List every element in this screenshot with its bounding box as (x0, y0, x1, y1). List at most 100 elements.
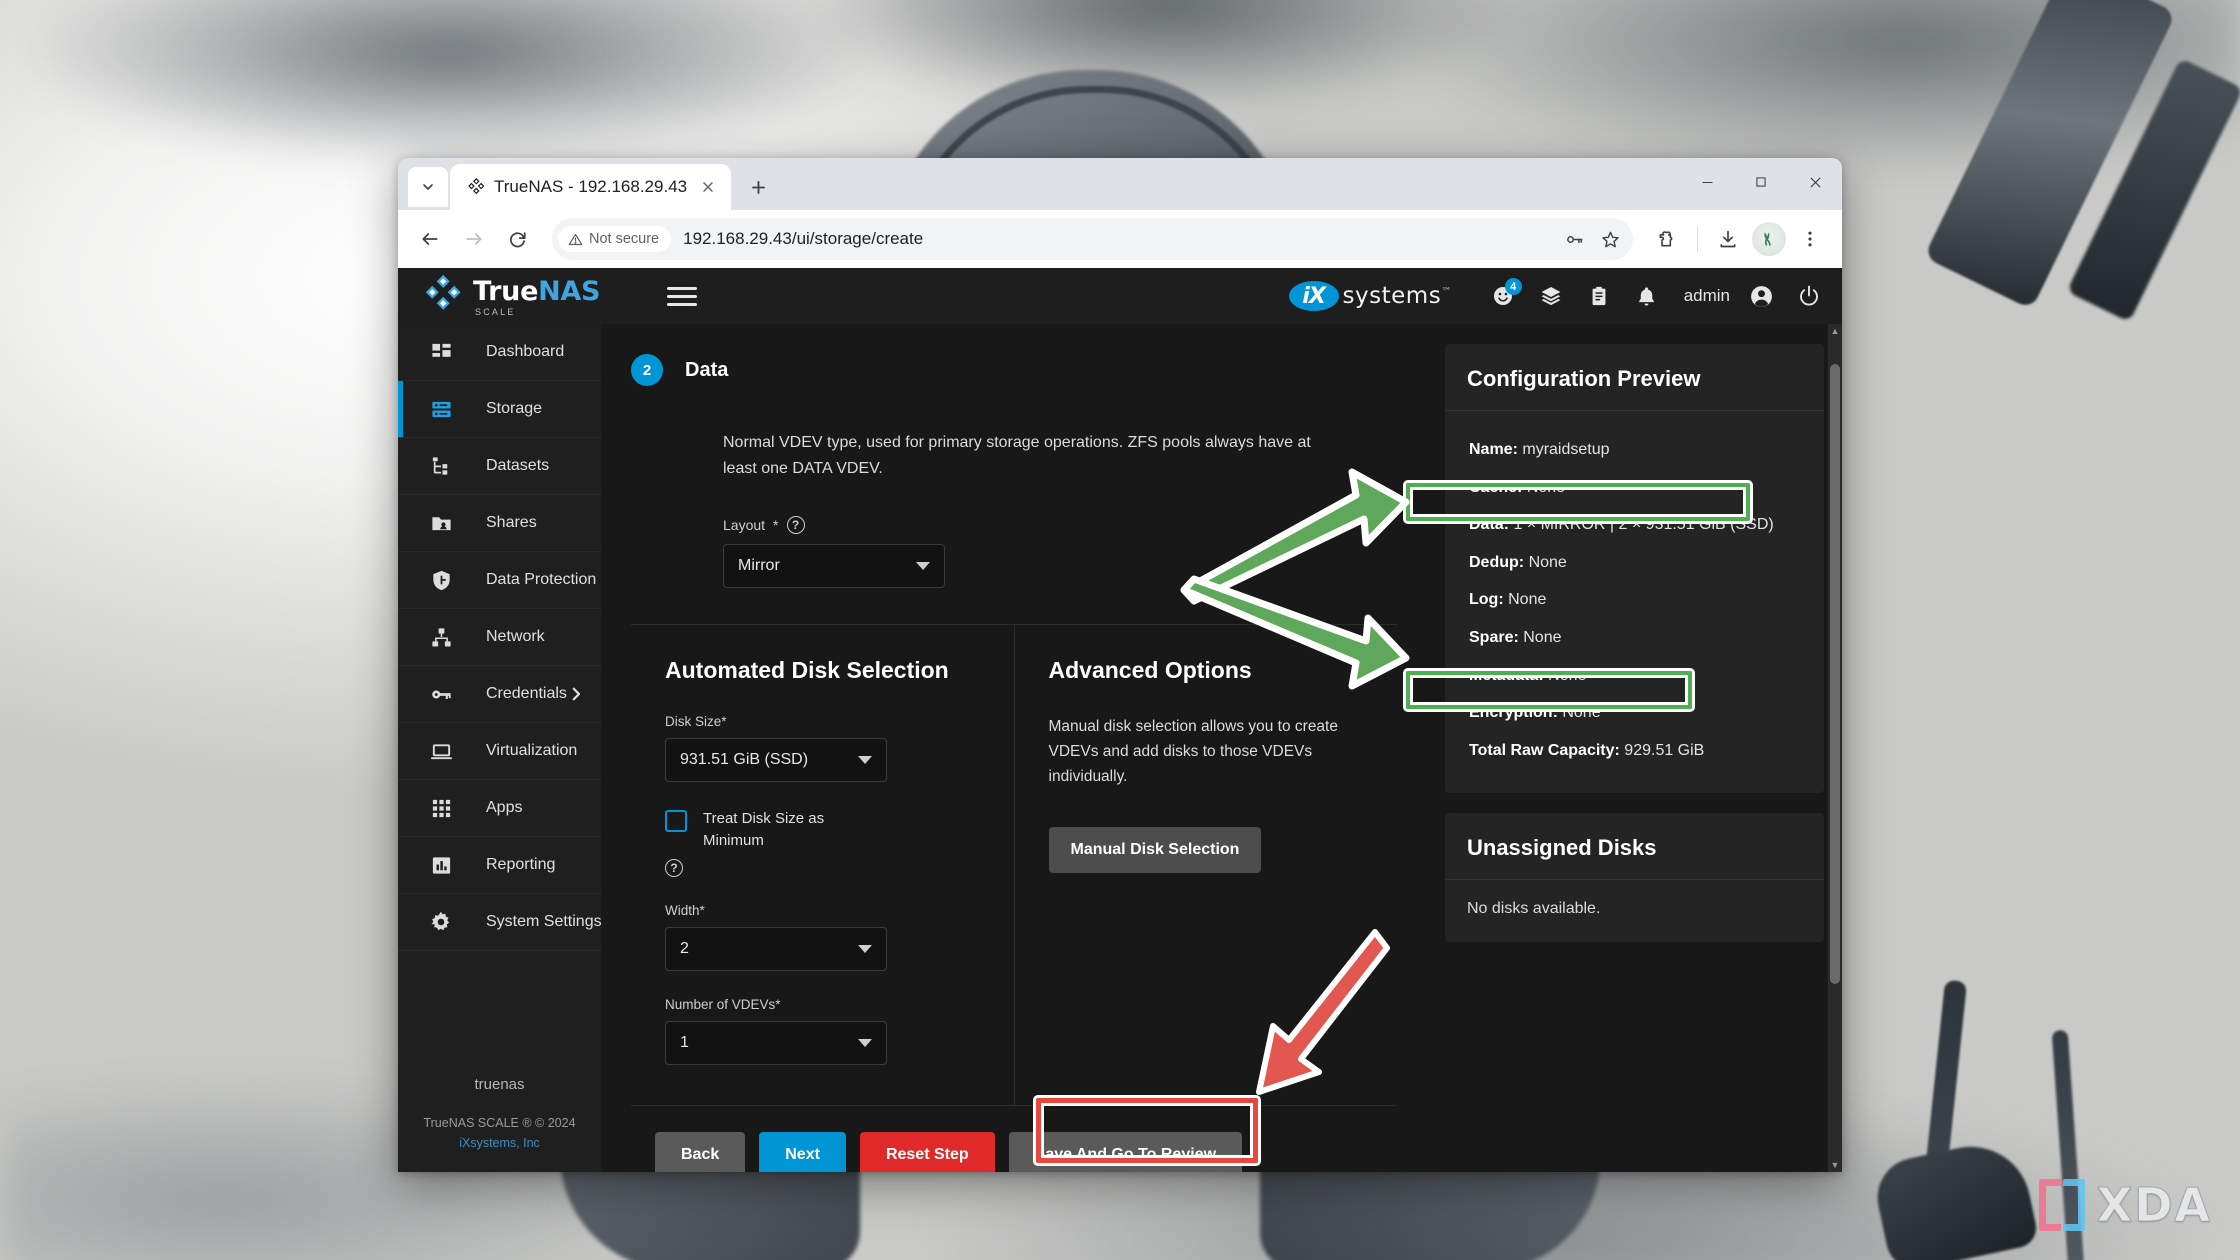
arrow-left-icon (422, 233, 438, 245)
sidebar-label: System Settings (486, 913, 601, 930)
disk-size-label-text: Disk Size (665, 713, 722, 729)
downloads-button[interactable] (1708, 219, 1748, 259)
hostname-label: truenas (474, 1075, 525, 1093)
sidebar-item-dashboard[interactable]: Dashboard (398, 324, 601, 381)
required-mark: * (721, 713, 727, 729)
config-value: None (1523, 628, 1562, 646)
truenas-logo-icon (425, 275, 461, 310)
browser-tab[interactable]: TrueNAS - 192.168.29.43 (450, 164, 732, 210)
extensions-button[interactable] (1647, 219, 1687, 259)
step-description: Normal VDEV type, used for primary stora… (723, 434, 1311, 477)
tab-close-icon[interactable] (697, 176, 719, 198)
window-maximize-button[interactable] (1734, 158, 1788, 206)
page-scrollbar-thumb[interactable] (1830, 364, 1840, 984)
sidebar-item-credentials[interactable]: Credentials (398, 666, 601, 723)
shield-icon (428, 567, 454, 593)
unassigned-disks-title: Unassigned Disks (1445, 813, 1824, 881)
add-feedback-button[interactable]: 4 (1486, 278, 1522, 313)
layout-field-label: Layout * ? (723, 515, 1427, 534)
sidebar-item-virtualization[interactable]: Virtualization (398, 723, 601, 780)
treat-disk-size-minimum-checkbox[interactable] (665, 809, 687, 832)
plus-icon (751, 180, 765, 194)
disk-size-select[interactable]: 931.51 GiB (SSD) (665, 737, 887, 782)
required-mark: * (775, 996, 781, 1012)
password-manager-button[interactable] (1557, 222, 1591, 256)
sidebar-label: Datasets (486, 457, 550, 474)
sidebar-item-shares[interactable]: Shares (398, 495, 601, 552)
clipboard-icon (1592, 286, 1606, 306)
chrome-menu-button[interactable] (1790, 219, 1830, 259)
config-row-encryption: Encryption: None (1467, 694, 1802, 732)
scroll-down-arrow-icon[interactable]: ▼ (1828, 1158, 1842, 1172)
config-key: Dedup: (1469, 553, 1525, 571)
reload-button[interactable] (498, 219, 538, 259)
laptop-icon (428, 738, 454, 764)
sidebar-item-apps[interactable]: Apps (398, 780, 601, 837)
hamburger-bar (667, 302, 698, 306)
site-security-chip[interactable]: Not secure (558, 226, 672, 252)
vdev-count-select[interactable]: 1 (665, 1020, 887, 1065)
window-close-button[interactable] (1788, 158, 1842, 206)
automated-disk-selection-panel: Automated Disk Selection Disk Size* 931.… (631, 625, 1014, 1105)
page-scrollbar[interactable]: ▲ ▼ (1828, 324, 1842, 1172)
help-icon[interactable]: ? (665, 858, 683, 877)
sidebar-item-network[interactable]: Network (398, 609, 601, 666)
company-link[interactable]: iXsystems, Inc (459, 1136, 540, 1150)
profile-avatar[interactable] (1752, 222, 1786, 256)
vdev-count-label-text: Number of VDEVs (665, 996, 776, 1012)
shares-icon (428, 510, 454, 536)
config-value: None (1528, 553, 1567, 571)
layout-value: Mirror (738, 556, 780, 574)
sidebar-toggle-button[interactable] (662, 276, 702, 316)
xda-watermark: XDA (2038, 1178, 2212, 1233)
save-and-go-to-review-button[interactable]: Save And Go To Review (1008, 1131, 1243, 1172)
sidebar-item-reporting[interactable]: Reporting (398, 837, 601, 894)
next-button[interactable]: Next (759, 1131, 846, 1172)
alerts-button[interactable] (1630, 279, 1664, 313)
config-row-spare: Spare: None (1467, 619, 1802, 657)
close-icon (1810, 177, 1820, 187)
layout-select[interactable]: Mirror (723, 543, 945, 588)
sidebar-label: Reporting (486, 856, 556, 873)
tab-search-button[interactable] (408, 167, 448, 207)
layers-icon (1541, 287, 1561, 306)
back-button[interactable] (410, 219, 450, 259)
user-menu-button[interactable] (1744, 279, 1778, 313)
truenas-logo[interactable]: TrueNAS SCALE (422, 275, 600, 317)
chevron-down-icon (858, 944, 872, 953)
sidebar-item-data-protection[interactable]: Data Protection (398, 552, 601, 609)
username-label[interactable]: admin (1684, 286, 1730, 306)
bookmark-button[interactable] (1593, 222, 1627, 256)
config-key: Cache: (1469, 478, 1523, 496)
width-label: Width* (665, 903, 980, 918)
window-minimize-button[interactable] (1680, 158, 1734, 206)
treat-disk-size-minimum-row: Treat Disk Size as Minimum (665, 808, 980, 853)
xda-bracket-right (2062, 1179, 2085, 1231)
configuration-preview-title: Configuration Preview (1445, 344, 1824, 411)
forward-button[interactable] (454, 219, 494, 259)
unassigned-disks-card: Unassigned Disks No disks available. (1445, 813, 1824, 943)
sidebar-label: Apps (486, 799, 523, 816)
person-icon (1750, 285, 1772, 307)
sidebar-item-storage[interactable]: Storage (398, 381, 601, 438)
manual-disk-selection-button[interactable]: Manual Disk Selection (1048, 827, 1262, 874)
header-icon-group: 4 admin (1486, 278, 1826, 313)
sidebar-navigation: Dashboard Storage Datasets Shares Data P… (398, 324, 601, 1172)
dashboard-icon (428, 339, 454, 365)
power-menu-button[interactable] (1792, 279, 1826, 313)
address-bar[interactable]: Not secure 192.168.29.43/ui/storage/crea… (552, 218, 1633, 260)
automated-panel-title: Automated Disk Selection (665, 656, 949, 683)
truenas-app: TrueNAS SCALE iX systems™ 4 admin Dashbo… (398, 268, 1842, 1172)
sidebar-item-system-settings[interactable]: System Settings (398, 894, 601, 951)
help-icon[interactable]: ? (786, 515, 805, 534)
reset-step-button[interactable]: Reset Step (859, 1131, 995, 1172)
width-select[interactable]: 2 (665, 926, 887, 971)
tasks-button[interactable] (1582, 279, 1616, 313)
back-button[interactable]: Back (655, 1131, 746, 1172)
jobs-button[interactable] (1534, 279, 1568, 313)
disk-size-value: 931.51 GiB (SSD) (680, 750, 809, 768)
scroll-up-arrow-icon[interactable]: ▲ (1828, 324, 1842, 338)
new-tab-button[interactable] (739, 168, 777, 206)
sidebar-item-datasets[interactable]: Datasets (398, 438, 601, 495)
